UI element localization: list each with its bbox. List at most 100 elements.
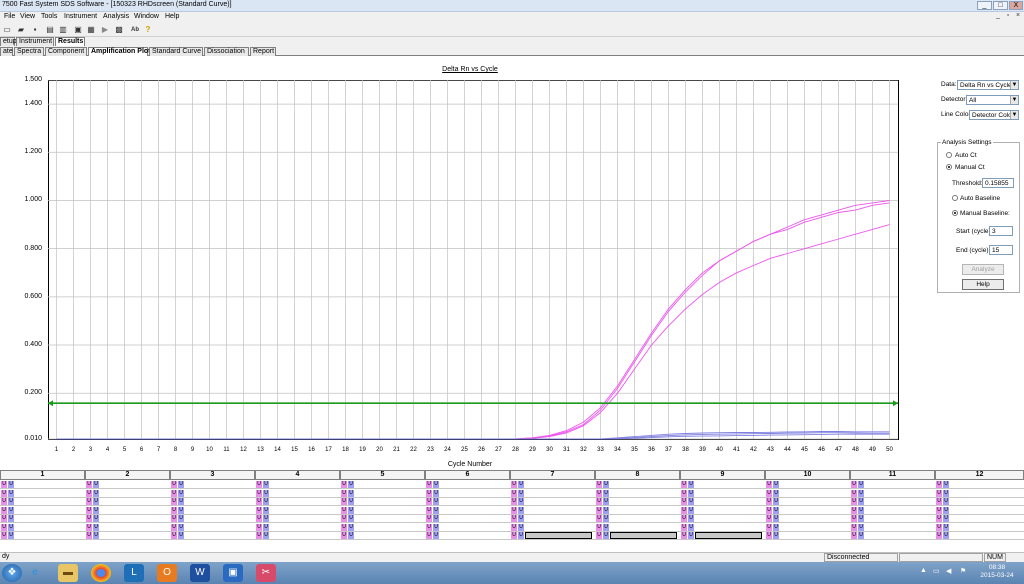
well-marker-unknown[interactable]: U [688,523,694,531]
print-preview-icon[interactable]: ▥ [58,25,68,35]
well-marker-unknown[interactable]: U [93,489,99,497]
menu-window[interactable]: Window [134,13,159,20]
well-marker-unknown[interactable]: U [86,506,92,514]
well-marker-unknown[interactable]: U [433,498,439,505]
well-marker-unknown[interactable]: U [341,532,347,539]
snipping-tool-icon[interactable]: ✂ [256,564,276,582]
well-marker-unknown[interactable]: U [596,498,602,505]
selected-well[interactable] [695,532,762,539]
well-marker-unknown[interactable]: U [433,515,439,522]
selected-well[interactable] [525,532,592,539]
well-marker-unknown[interactable]: U [518,506,524,514]
end-cycle-input[interactable]: 15 [989,245,1013,255]
well-marker-unknown[interactable]: U [263,481,269,488]
network-icon[interactable]: ▭ [933,567,940,575]
tab-standard-curve[interactable]: Standard Curve [149,47,203,56]
well-marker-unknown[interactable]: U [263,506,269,514]
well-marker-unknown[interactable]: U [858,532,864,539]
well-marker-unknown[interactable]: U [171,498,177,505]
help-icon[interactable]: ? [143,25,153,35]
well-marker-unknown[interactable]: U [433,506,439,514]
well-marker-unknown[interactable]: U [178,506,184,514]
well-marker-unknown[interactable]: U [8,481,14,488]
well-marker-unknown[interactable]: U [256,481,262,488]
well-marker-unknown[interactable]: U [341,523,347,531]
well-marker-unknown[interactable]: U [426,523,432,531]
well-marker-unknown[interactable]: U [341,506,347,514]
well-marker-unknown[interactable]: U [348,532,354,539]
well-marker-unknown[interactable]: U [263,532,269,539]
auto-ct-radio[interactable] [946,152,952,158]
well-marker-unknown[interactable]: U [171,523,177,531]
well-marker-unknown[interactable]: U [171,481,177,488]
well-marker-unknown[interactable]: U [936,489,942,497]
tab-amplification-plot[interactable]: Amplification Plot [88,47,151,56]
well-marker-unknown[interactable]: U [851,481,857,488]
well-marker-unknown[interactable]: U [426,506,432,514]
well-marker-unknown[interactable]: U [858,523,864,531]
well-marker-unknown[interactable]: U [93,498,99,505]
chrome-icon[interactable] [91,564,111,582]
well-marker-unknown[interactable]: U [773,532,779,539]
well-marker-unknown[interactable]: U [1,498,7,505]
sds-software-icon[interactable]: ▣ [223,564,243,582]
well-marker-unknown[interactable]: U [851,532,857,539]
well-marker-unknown[interactable]: U [596,506,602,514]
well-marker-unknown[interactable]: U [178,532,184,539]
well-marker-unknown[interactable]: U [426,532,432,539]
well-marker-unknown[interactable]: U [688,498,694,505]
mdi-minimize-button[interactable]: _ [993,12,1003,21]
well-marker-unknown[interactable]: U [1,515,7,522]
plate-column-header[interactable]: 11 [850,470,935,480]
well-marker-unknown[interactable]: U [8,523,14,531]
well-marker-unknown[interactable]: U [178,489,184,497]
well-marker-unknown[interactable]: U [171,532,177,539]
well-marker-unknown[interactable]: U [766,515,772,522]
well-marker-unknown[interactable]: U [858,506,864,514]
plate-column-header[interactable]: 7 [510,470,595,480]
well-marker-unknown[interactable]: U [681,481,687,488]
threshold-input[interactable]: 0.15855 [982,178,1014,188]
well-marker-unknown[interactable]: U [773,515,779,522]
well-marker-unknown[interactable]: U [681,532,687,539]
instrument-icon[interactable]: ▩ [114,25,124,35]
well-marker-unknown[interactable]: U [851,506,857,514]
well-marker-unknown[interactable]: U [518,481,524,488]
well-marker-unknown[interactable]: U [858,481,864,488]
well-marker-unknown[interactable]: U [681,515,687,522]
well-marker-unknown[interactable]: U [1,481,7,488]
well-marker-unknown[interactable]: U [518,532,524,539]
plate-column-header[interactable]: 6 [425,470,510,480]
mdi-restore-button[interactable]: ▫ [1003,12,1013,21]
well-marker-unknown[interactable]: U [433,532,439,539]
well-marker-unknown[interactable]: U [766,481,772,488]
well-marker-unknown[interactable]: U [511,532,517,539]
well-marker-unknown[interactable]: U [773,506,779,514]
well-marker-unknown[interactable]: U [341,489,347,497]
well-marker-unknown[interactable]: U [348,506,354,514]
well-marker-unknown[interactable]: U [773,498,779,505]
word-icon[interactable]: W [190,564,210,582]
plate-column-header[interactable]: 3 [170,470,255,480]
well-marker-unknown[interactable]: U [603,532,609,539]
plate-column-header[interactable]: 2 [85,470,170,480]
well-marker-unknown[interactable]: U [858,498,864,505]
well-marker-unknown[interactable]: U [603,489,609,497]
analyze-button[interactable]: Analyze [962,264,1004,275]
well-marker-unknown[interactable]: U [773,489,779,497]
well-marker-unknown[interactable]: U [8,489,14,497]
well-marker-unknown[interactable]: U [348,489,354,497]
well-marker-unknown[interactable]: U [603,515,609,522]
well-marker-unknown[interactable]: U [518,489,524,497]
well-marker-unknown[interactable]: U [86,481,92,488]
well-marker-unknown[interactable]: U [178,515,184,522]
well-marker-unknown[interactable]: U [603,523,609,531]
well-marker-unknown[interactable]: U [171,489,177,497]
well-marker-unknown[interactable]: U [433,523,439,531]
well-marker-unknown[interactable]: U [766,489,772,497]
line-color-select[interactable]: Detector Color ▼ [969,110,1019,120]
menu-instrument[interactable]: Instrument [64,13,97,20]
well-marker-unknown[interactable]: U [86,498,92,505]
well-marker-unknown[interactable]: U [596,523,602,531]
well-marker-unknown[interactable]: U [603,506,609,514]
